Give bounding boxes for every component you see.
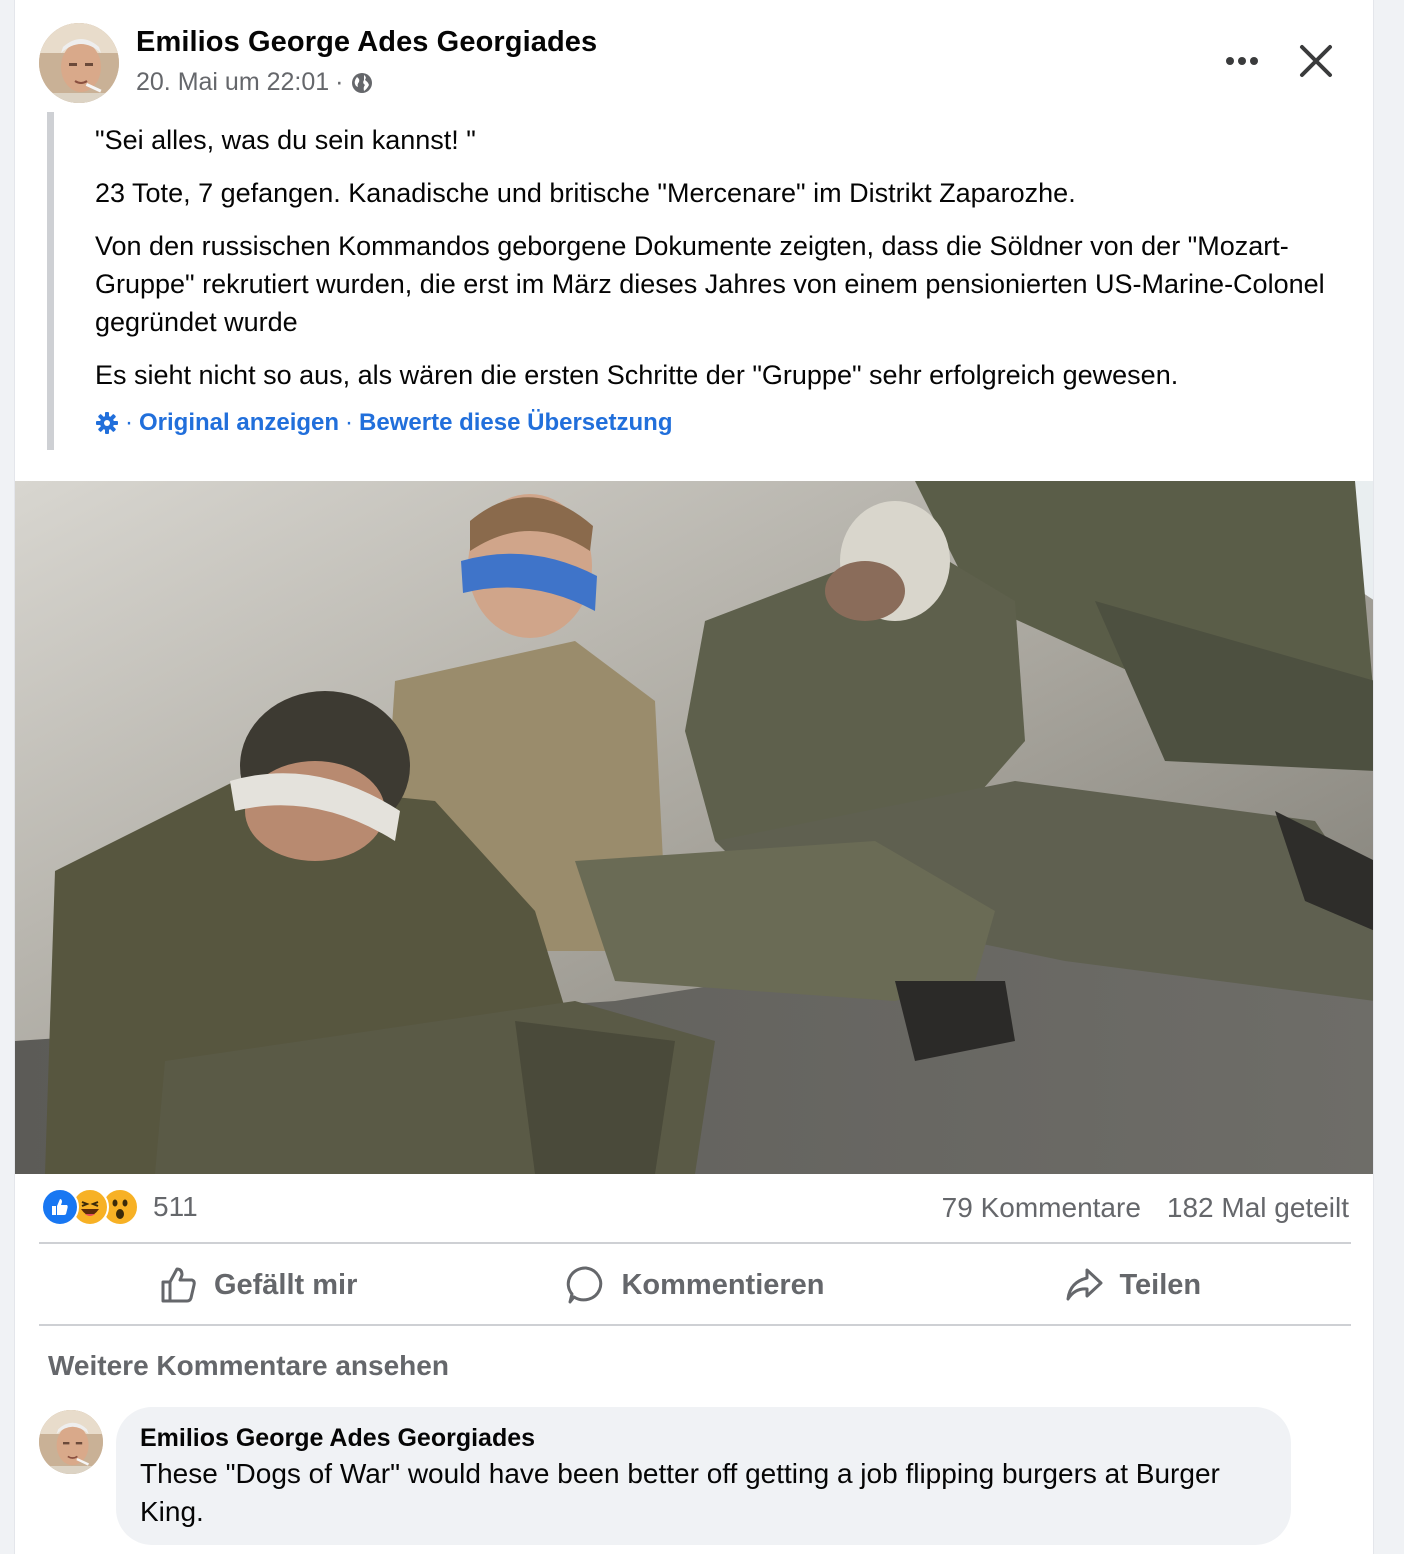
post-paragraph: "Sei alles, was du sein kannst! " <box>95 125 476 155</box>
post-timestamp[interactable]: 20. Mai um 22:01 <box>136 68 329 97</box>
meta-separator: · <box>335 68 344 96</box>
post-stats: 79 Kommentare 182 Mal geteilt <box>942 1192 1349 1224</box>
translation-controls: · Original anzeigen · Bewerte diese Über… <box>95 409 1347 437</box>
page-background <box>1374 0 1404 1554</box>
like-icon <box>41 1188 79 1226</box>
post-author-name[interactable]: Emilios George Ades Georgiades <box>136 26 597 59</box>
post-meta: 20. Mai um 22:01 · <box>136 68 374 97</box>
share-icon <box>1066 1268 1103 1301</box>
thumbs-up-icon <box>161 1267 196 1303</box>
rate-translation-link[interactable]: Bewerte diese Übersetzung <box>359 409 672 437</box>
comment-text: These "Dogs of War" would have been bett… <box>140 1458 1220 1527</box>
comment-author-avatar[interactable] <box>39 1410 103 1474</box>
post-photo[interactable] <box>15 481 1373 1174</box>
more-horizontal-icon <box>1226 57 1258 65</box>
comment-bubble: Emilios George Ades Georgiades These "Do… <box>116 1407 1291 1545</box>
comment-label: Kommentieren <box>621 1268 825 1301</box>
translated-post-text: "Sei alles, was du sein kannst! " 23 Tot… <box>47 112 1347 450</box>
like-button[interactable]: Gefällt mir <box>39 1246 476 1324</box>
post-actions: Gefällt mir Kommentieren Teilen <box>39 1246 1351 1324</box>
like-label: Gefällt mir <box>213 1268 358 1301</box>
share-button[interactable]: Teilen <box>914 1246 1351 1324</box>
reactions-summary[interactable]: 511 <box>41 1188 198 1226</box>
post-card: Emilios George Ades Georgiades 20. Mai u… <box>14 0 1374 1554</box>
view-more-comments-link[interactable]: Weitere Kommentare ansehen <box>48 1350 449 1382</box>
close-button[interactable] <box>1293 38 1339 84</box>
comment-count[interactable]: 79 Kommentare <box>942 1192 1141 1224</box>
globe-icon[interactable] <box>350 71 374 95</box>
share-label: Teilen <box>1119 1268 1202 1301</box>
post-paragraph: Von den russischen Kommandos geborgene D… <box>95 231 1325 337</box>
comment-author-name[interactable]: Emilios George Ades Georgiades <box>140 1421 1267 1455</box>
divider <box>39 1242 1351 1244</box>
show-original-link[interactable]: Original anzeigen <box>139 409 339 437</box>
more-options-button[interactable] <box>1221 40 1263 82</box>
author-avatar[interactable] <box>39 23 119 103</box>
comment-button[interactable]: Kommentieren <box>476 1246 913 1324</box>
divider <box>39 1324 1351 1326</box>
post-paragraph: Es sieht nicht so aus, als wären die ers… <box>95 360 1179 390</box>
post-paragraph: 23 Tote, 7 gefangen. Kanadische und brit… <box>95 178 1076 208</box>
close-icon <box>1300 45 1332 77</box>
share-count[interactable]: 182 Mal geteilt <box>1167 1192 1349 1224</box>
gear-icon[interactable] <box>95 411 119 435</box>
reaction-count[interactable]: 511 <box>153 1191 198 1223</box>
comment-icon <box>567 1266 603 1304</box>
translation-separator: · <box>125 409 133 436</box>
translation-separator: · <box>345 409 354 436</box>
